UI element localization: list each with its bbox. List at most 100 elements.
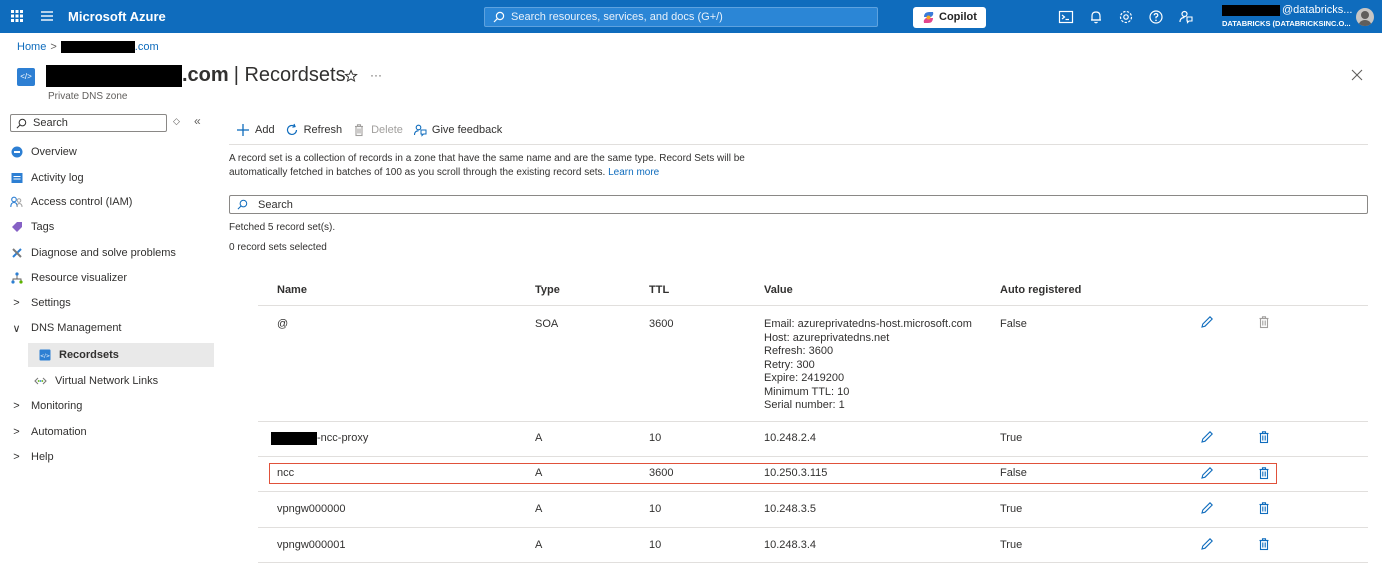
copilot-button[interactable]: Copilot: [913, 7, 986, 28]
delete-button[interactable]: Delete: [352, 123, 403, 137]
value-line: Host: azureprivatedns.net: [764, 331, 890, 344]
more-options-icon[interactable]: ···: [370, 68, 382, 82]
avatar[interactable]: [1356, 8, 1374, 26]
redacted-title: [46, 64, 182, 87]
sidebar-item-monitoring[interactable]: > Monitoring: [10, 395, 214, 417]
sidebar-item-overview[interactable]: Overview: [10, 141, 214, 163]
vnet-link-icon: [34, 375, 47, 388]
bell-icon[interactable]: [1088, 9, 1104, 25]
sidebar-item-label: Virtual Network Links: [55, 375, 159, 387]
refresh-button[interactable]: Refresh: [285, 123, 342, 137]
breadcrumb-home[interactable]: Home: [17, 41, 46, 53]
cell-value: Email: azureprivatedns-host.microsoft.co…: [764, 318, 972, 413]
close-icon[interactable]: [1350, 68, 1364, 82]
cell-auto-registered: True: [1000, 539, 1023, 551]
give-feedback-button[interactable]: Give feedback: [413, 123, 502, 137]
add-button[interactable]: Add: [236, 123, 275, 137]
sidebar-item-resource-visualizer[interactable]: Resource visualizer: [10, 267, 214, 289]
sidebar-item-dns-management[interactable]: ∨ DNS Management: [10, 317, 214, 339]
activity-log-icon: [10, 172, 23, 185]
cell-name[interactable]: vpngw000000: [277, 503, 346, 517]
search-icon: [237, 199, 248, 210]
fetched-status: Fetched 5 record set(s).: [229, 222, 336, 233]
breadcrumb-zone[interactable]: .com: [135, 41, 159, 53]
sidebar-item-automation[interactable]: > Automation: [10, 421, 214, 443]
trash-icon[interactable]: [1257, 466, 1271, 480]
trash-icon[interactable]: [1257, 430, 1271, 444]
divider: [258, 527, 1368, 528]
cell-value: 10.250.3.115: [764, 467, 828, 479]
sidebar-search-input[interactable]: Search: [10, 114, 167, 132]
copilot-icon: [923, 12, 934, 23]
cell-ttl: 10: [649, 432, 662, 444]
sidebar-item-activity-log[interactable]: Activity log: [10, 167, 214, 189]
sidebar-item-recordsets[interactable]: </> Recordsets: [28, 343, 214, 367]
private-dns-zone-icon: </>: [17, 68, 35, 86]
feedback-icon[interactable]: [1178, 9, 1194, 25]
help-icon[interactable]: [1148, 9, 1164, 25]
brand-name[interactable]: Microsoft Azure: [68, 9, 166, 24]
cell-name[interactable]: ncc: [277, 467, 294, 481]
cell-type: SOA: [535, 318, 559, 330]
page-title: .com | Recordsets: [46, 64, 346, 87]
column-header-auto-registered[interactable]: Auto registered: [1000, 284, 1081, 296]
column-header-ttl[interactable]: TTL: [649, 284, 669, 296]
edit-icon[interactable]: [1200, 537, 1214, 551]
sort-toggle-icon[interactable]: ◇: [173, 116, 180, 127]
value-line: Retry: 300: [764, 358, 815, 371]
sidebar-item-label: Monitoring: [31, 400, 83, 412]
cell-type: A: [535, 467, 543, 479]
sidebar-item-label: Settings: [31, 297, 71, 309]
column-header-name[interactable]: Name: [277, 284, 307, 296]
sidebar-item-iam[interactable]: Access control (IAM): [10, 191, 214, 213]
overview-icon: [10, 146, 23, 159]
sidebar-item-tags[interactable]: Tags: [10, 216, 214, 238]
column-header-value[interactable]: Value: [764, 284, 793, 296]
iam-icon: [10, 196, 23, 209]
search-icon: [493, 11, 505, 23]
sidebar-item-settings[interactable]: > Settings: [10, 292, 214, 314]
waffle-icon[interactable]: [10, 9, 24, 23]
edit-icon[interactable]: [1200, 315, 1214, 329]
trash-icon[interactable]: [1257, 537, 1271, 551]
sidebar-item-label: Overview: [31, 146, 77, 158]
recordset-search-input[interactable]: Search: [229, 195, 1368, 214]
selection-status: 0 record sets selected: [229, 242, 327, 253]
account-info[interactable]: @databricks... DATABRICKS (DATABRICKSINC…: [1222, 4, 1352, 30]
value-line: Minimum TTL: 10: [764, 385, 850, 398]
learn-more-link[interactable]: Learn more: [608, 167, 659, 178]
settings-icon[interactable]: [1118, 9, 1134, 25]
trash-icon: [1259, 316, 1269, 329]
column-header-type[interactable]: Type: [535, 284, 560, 296]
edit-icon[interactable]: [1200, 466, 1214, 480]
redacted-name: [271, 432, 317, 446]
cell-type: A: [535, 432, 543, 444]
breadcrumb: Home > .com: [17, 41, 159, 53]
cell-name[interactable]: -ncc-proxy: [271, 432, 368, 446]
cell-name[interactable]: @: [277, 318, 288, 332]
resource-type: Private DNS zone: [48, 91, 128, 102]
top-bar: Microsoft Azure Search resources, servic…: [0, 0, 1382, 33]
edit-icon[interactable]: [1200, 430, 1214, 444]
global-search-input[interactable]: Search resources, services, and docs (G+…: [484, 7, 878, 27]
trash-icon[interactable]: [1257, 501, 1271, 515]
chevron-right-icon: >: [13, 451, 20, 463]
cell-value: 10.248.3.4: [764, 539, 816, 551]
cell-name[interactable]: vpngw000001: [277, 539, 346, 553]
edit-icon[interactable]: [1200, 501, 1214, 515]
collapse-sidebar-icon[interactable]: «: [194, 114, 201, 128]
recordsets-icon: </>: [38, 349, 51, 362]
sidebar-item-help[interactable]: > Help: [10, 446, 214, 468]
sidebar-item-label: DNS Management: [31, 322, 122, 334]
menu-icon[interactable]: [40, 9, 54, 23]
delete-label: Delete: [371, 124, 403, 136]
plus-icon: [237, 124, 249, 136]
star-icon[interactable]: [344, 69, 358, 83]
value-line: Expire: 2419200: [764, 372, 845, 384]
sidebar-item-diagnose[interactable]: Diagnose and solve problems: [10, 242, 214, 264]
cell-ttl: 3600: [649, 467, 674, 479]
sidebar-item-vnet-links[interactable]: Virtual Network Links: [28, 370, 214, 392]
cell-auto-registered: False: [1000, 318, 1027, 330]
redacted-username: [1222, 5, 1280, 16]
cloud-shell-icon[interactable]: [1058, 9, 1074, 25]
